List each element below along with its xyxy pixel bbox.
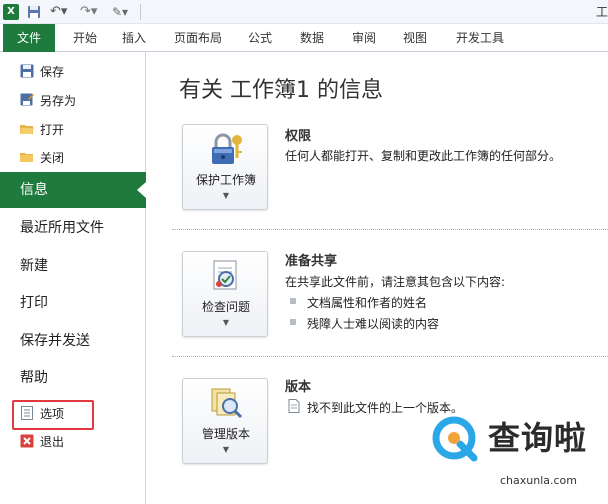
chevron-down-icon: ▼ [222, 191, 230, 200]
open-folder-icon [20, 125, 34, 134]
backstage-nav: 保存 另存为 打开 关闭 信息 最近所用文件 新建 打印 保存并发送 帮助 选项… [0, 52, 146, 504]
cmd-open[interactable]: 打开 [0, 118, 146, 142]
prepare-heading: 准备共享 [285, 254, 338, 269]
versions-icon [211, 388, 243, 419]
redo-icon[interactable]: ↷▾ [80, 4, 98, 20]
protect-workbook-button[interactable]: 保护工作簿 ▼ [182, 124, 268, 210]
bullet-marker [290, 298, 296, 304]
excel-logo-icon: X [3, 4, 19, 20]
tab-home[interactable]: 开始 [65, 24, 105, 52]
qat-separator [140, 4, 141, 20]
save-as-icon [20, 93, 34, 106]
inspect-document-icon [213, 260, 237, 290]
manage-versions-label: 管理版本 [201, 427, 250, 441]
watermark-url: chaxunla.com [500, 474, 577, 487]
tab-formulas[interactable]: 公式 [240, 24, 280, 52]
cmd-exit-label: 退出 [40, 435, 65, 449]
document-icon [288, 399, 300, 413]
undo-icon[interactable]: ↶▾ [50, 4, 68, 20]
watermark-logo-icon [432, 416, 478, 462]
nav-help[interactable]: 帮助 [0, 360, 146, 396]
nav-print-label: 打印 [20, 295, 48, 311]
permissions-heading: 权限 [285, 129, 312, 144]
tab-developer[interactable]: 开发工具 [448, 24, 512, 52]
lock-key-icon [212, 133, 242, 164]
cmd-open-label: 打开 [40, 123, 65, 137]
check-issues-button[interactable]: 检查问题 ▼ [182, 251, 268, 337]
save-icon[interactable] [27, 4, 41, 20]
prepare-item-accessibility: 残障人士难以阅读的内容 [307, 317, 440, 331]
nav-recent[interactable]: 最近所用文件 [0, 210, 146, 246]
nav-help-label: 帮助 [20, 370, 48, 386]
versions-heading: 版本 [285, 380, 312, 395]
cmd-options-label: 选项 [40, 407, 65, 421]
cmd-exit[interactable]: 退出 [0, 430, 146, 454]
nav-save-send[interactable]: 保存并发送 [0, 323, 146, 359]
tab-page-layout[interactable]: 页面布局 [166, 24, 230, 52]
cmd-save-label: 保存 [40, 65, 65, 79]
cmd-close-label: 关闭 [40, 151, 65, 165]
tab-insert[interactable]: 插入 [114, 24, 154, 52]
ribbon-tabs: 文件 开始 插入 页面布局 公式 数据 审阅 视图 开发工具 [0, 24, 608, 52]
bullet-marker [290, 319, 296, 325]
watermark-text: 查询啦 [488, 419, 588, 457]
cmd-options[interactable]: 选项 [0, 402, 146, 426]
protect-workbook-label: 保护工作簿 [195, 173, 256, 187]
prepare-description: 在共享此文件前，请注意其包含以下内容: [285, 275, 506, 289]
nav-recent-label: 最近所用文件 [20, 220, 104, 236]
tab-file[interactable]: 文件 [3, 24, 55, 52]
page-title: 有关 工作簿1 的信息 [179, 78, 383, 103]
cmd-save-as-label: 另存为 [40, 94, 77, 108]
exit-icon [20, 434, 34, 448]
tab-data[interactable]: 数据 [292, 24, 332, 52]
customize-tool-icon[interactable]: ✎▾ [112, 4, 132, 20]
chevron-down-icon: ▼ [222, 318, 230, 327]
close-folder-icon [20, 153, 33, 162]
nav-new[interactable]: 新建 [0, 248, 146, 284]
nav-print[interactable]: 打印 [0, 285, 146, 321]
cmd-save[interactable]: 保存 [0, 60, 146, 84]
options-icon [21, 406, 33, 420]
nav-new-label: 新建 [20, 258, 48, 274]
tab-view[interactable]: 视图 [395, 24, 435, 52]
chevron-down-icon: ▼ [222, 445, 230, 454]
window-title: 工 [595, 5, 608, 19]
check-issues-label: 检查问题 [201, 300, 250, 314]
permissions-description: 任何人都能打开、复制和更改此工作簿的任何部分。 [285, 149, 562, 163]
tab-review[interactable]: 审阅 [344, 24, 384, 52]
nav-info[interactable]: 信息 [0, 172, 146, 208]
cmd-close[interactable]: 关闭 [0, 146, 146, 170]
section-divider [172, 229, 608, 230]
nav-save-send-label: 保存并发送 [20, 333, 90, 349]
quick-access-toolbar: X ↶▾ ↷▾ ✎▾ 工 [0, 0, 608, 24]
prepare-item-author: 文档属性和作者的姓名 [307, 296, 428, 310]
section-divider [172, 356, 608, 357]
save-icon [20, 64, 34, 78]
cmd-save-as[interactable]: 另存为 [0, 89, 146, 113]
nav-info-label: 信息 [20, 182, 48, 198]
manage-versions-button[interactable]: 管理版本 ▼ [182, 378, 268, 464]
